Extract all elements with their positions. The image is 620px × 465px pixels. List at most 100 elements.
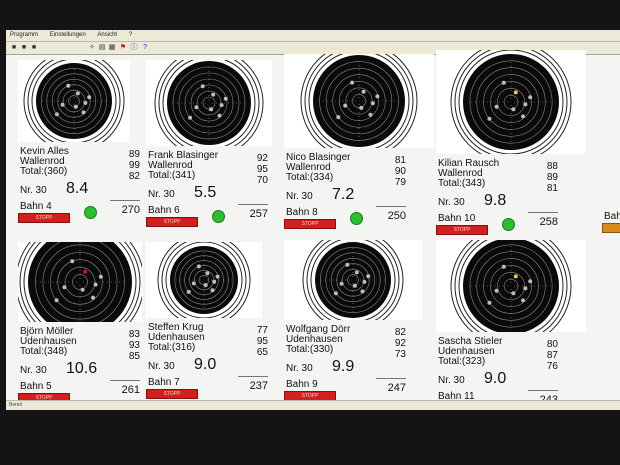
stop-button[interactable]: STOPP — [146, 389, 198, 399]
series-score: 70 — [256, 175, 268, 186]
target-rings — [302, 240, 404, 320]
stop-button[interactable]: STOPP — [284, 219, 336, 229]
series-score: 85 — [128, 351, 140, 362]
shooting-target — [284, 54, 434, 148]
lane-panel[interactable]: Nico Blasinger Wallenrod Total:(334) 81 90 79… — [284, 54, 434, 234]
series-score: 82 — [128, 171, 140, 182]
print-icon[interactable]: ▤ — [98, 44, 106, 52]
status-led — [212, 210, 225, 223]
last-shot-value: 7.2 — [332, 186, 355, 203]
shot-number: Nr. 30 — [286, 363, 313, 374]
total-score: Total:(348) — [20, 346, 68, 357]
lane-label: Bahn 10 — [438, 213, 476, 224]
series-scores: 89 99 82 — [118, 149, 140, 182]
lane-label: Bahn 8 — [286, 207, 318, 218]
lane-panel[interactable]: Sascha Stieler Udenhausen Total:(323) 80 87 7… — [436, 240, 586, 410]
total-score: Total:(330) — [286, 344, 334, 355]
shot-number: Nr. 30 — [438, 375, 465, 386]
sum-divider — [376, 378, 406, 379]
lane-panel[interactable]: Kilian Rausch Wallenrod Total:(343) 88 89 81 N… — [436, 50, 586, 235]
help-icon[interactable]: ? — [141, 44, 149, 52]
series-score: 88 — [546, 161, 558, 172]
series-score: 95 — [256, 164, 268, 175]
shot-number: Nr. 30 — [148, 361, 175, 372]
lane-label: Bahn 7 — [148, 377, 180, 388]
grid-icon[interactable]: ▦ — [108, 44, 116, 52]
partial-lane-status-bar — [602, 223, 620, 233]
stop-button[interactable]: STOPP — [436, 225, 488, 235]
last-shot-value: 9.8 — [484, 192, 507, 209]
total-score: Total:(323) — [438, 356, 486, 367]
lane-panel[interactable]: Steffen Krug Udenhausen Total:(316) 77 95 65 N… — [146, 242, 296, 410]
sum-divider — [110, 380, 140, 381]
stop-button[interactable]: STOPP — [18, 213, 70, 223]
folder-icon[interactable]: ■ — [10, 44, 18, 52]
folder-icon-3[interactable]: ■ — [30, 44, 38, 52]
lane-panel[interactable]: Wolfgang Dörr Udenhausen Total:(330) 82 92 73… — [284, 240, 434, 410]
folder-icon-2[interactable]: ■ — [20, 44, 28, 52]
stop-button[interactable]: STOPP — [146, 217, 198, 227]
series-score: 92 — [256, 153, 268, 164]
series-sum: 258 — [539, 216, 558, 228]
target-rings — [450, 50, 572, 154]
status-led — [502, 218, 515, 231]
target-rings — [18, 242, 142, 322]
shot-number: Nr. 30 — [20, 185, 47, 196]
series-scores: 80 87 76 — [536, 339, 558, 372]
app-window: Programm Einstellungen Ansicht ? ■ ■ ■ ✧… — [6, 30, 620, 410]
flag-icon[interactable]: ⚑ — [119, 44, 127, 52]
series-score: 81 — [546, 183, 558, 194]
total-score: Total:(334) — [286, 172, 334, 183]
status-led — [84, 206, 97, 219]
tool-icon[interactable]: ✧ — [88, 44, 96, 52]
shot-number: Nr. 30 — [438, 197, 465, 208]
series-score: 93 — [128, 340, 140, 351]
series-sum: 250 — [387, 210, 406, 222]
lane-label: Bahn 4 — [20, 201, 52, 212]
series-score: 82 — [394, 327, 406, 338]
shooting-target — [436, 50, 586, 154]
series-scores: 92 95 70 — [246, 153, 268, 186]
shooting-target — [18, 60, 130, 142]
series-score: 79 — [394, 177, 406, 188]
partial-lane-label: Bah — [604, 211, 620, 222]
series-score: 99 — [128, 160, 140, 171]
shot-number: Nr. 30 — [148, 189, 175, 200]
target-rings — [450, 240, 572, 332]
total-score: Total:(316) — [148, 342, 196, 353]
lane-panel[interactable]: Frank Blasinger Wallenrod Total:(341) 92 95 7… — [146, 60, 296, 240]
series-scores: 81 90 79 — [384, 155, 406, 188]
series-score: 77 — [256, 325, 268, 336]
series-score: 87 — [546, 350, 558, 361]
status-bar: Bereit — [6, 400, 620, 410]
series-score: 90 — [394, 166, 406, 177]
series-score: 95 — [256, 336, 268, 347]
target-rings — [300, 54, 418, 148]
series-score: 92 — [394, 338, 406, 349]
shooting-target — [146, 60, 272, 146]
last-shot-value: 9.9 — [332, 358, 355, 375]
sum-divider — [238, 376, 268, 377]
status-led — [350, 212, 363, 225]
menu-einstellungen[interactable]: Einstellungen — [50, 32, 86, 38]
sum-divider — [110, 200, 140, 201]
menu-programm[interactable]: Programm — [10, 32, 38, 38]
series-scores: 83 93 85 — [118, 329, 140, 362]
last-shot-value: 10.6 — [66, 360, 98, 377]
lane-label: Bahn 5 — [20, 381, 52, 392]
series-scores: 82 92 73 — [384, 327, 406, 360]
target-rings — [154, 60, 264, 146]
menu-ansicht[interactable]: Ansicht — [97, 32, 117, 38]
lane-label: Bahn 9 — [286, 379, 318, 390]
menu-help[interactable]: ? — [129, 32, 132, 38]
series-scores: 77 95 65 — [246, 325, 268, 358]
series-score: 81 — [394, 155, 406, 166]
target-rings — [23, 60, 125, 142]
shooting-target — [146, 242, 262, 318]
series-sum: 261 — [121, 384, 140, 396]
total-score: Total:(341) — [148, 170, 196, 181]
series-scores: 88 89 81 — [536, 161, 558, 194]
series-sum: 237 — [249, 380, 268, 392]
info-icon[interactable]: ⓘ — [130, 44, 138, 52]
sum-divider — [528, 212, 558, 213]
